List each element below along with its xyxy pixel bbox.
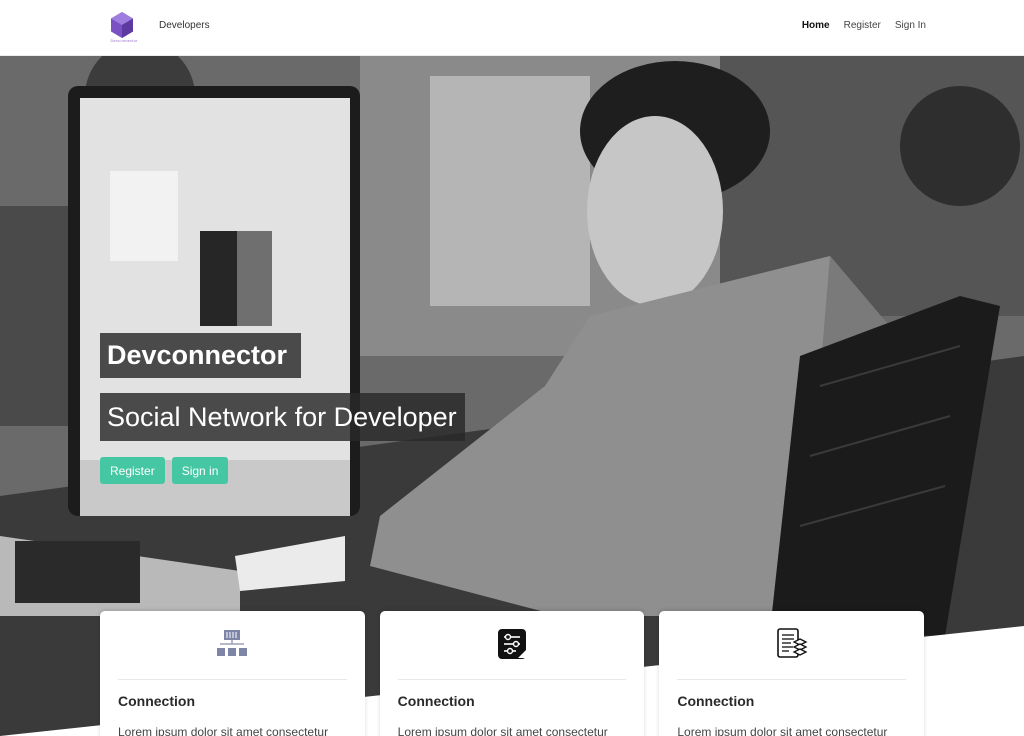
signin-button[interactable]: Sign in <box>171 457 229 484</box>
card-divider <box>118 679 347 680</box>
nav-home-link[interactable]: Home <box>802 20 830 31</box>
logo-text: Devconnector <box>110 38 138 43</box>
feature-card: Connection Lorem ipsum dolor sit amet co… <box>659 611 925 736</box>
card-text: Lorem ipsum dolor sit amet consectetur <box>397 725 608 736</box>
nav-signin-link[interactable]: Sign In <box>895 20 926 31</box>
register-button[interactable]: Register <box>100 457 165 484</box>
navbar: Devconnector Developers Home Register Si… <box>0 0 1024 56</box>
settings-sliders-icon <box>495 627 529 661</box>
documents-stack-icon <box>775 627 809 661</box>
nav-register-link[interactable]: Register <box>844 20 881 31</box>
card-title: Connection <box>677 693 755 709</box>
card-divider <box>677 679 907 680</box>
hero-buttons: Register Sign in <box>100 457 229 484</box>
feature-cards: Connection Lorem ipsum dolor sit amet co… <box>100 611 925 736</box>
nav-links: Home Register Sign In <box>802 20 926 31</box>
feature-card: Connection Lorem ipsum dolor sit amet co… <box>100 611 365 736</box>
hero-title: Devconnector <box>100 333 302 378</box>
feature-card: Connection Lorem ipsum dolor sit amet co… <box>379 611 645 736</box>
card-text: Lorem ipsum dolor sit amet consectetur <box>118 725 329 736</box>
hero-subtitle: Social Network for Developer <box>100 393 465 441</box>
card-title: Connection <box>397 693 475 709</box>
network-hierarchy-icon <box>215 627 249 661</box>
nav-developers-link[interactable]: Developers <box>159 20 210 31</box>
card-text: Lorem ipsum dolor sit amet consectetur <box>677 725 888 736</box>
card-title: Connection <box>118 693 195 709</box>
card-divider <box>397 679 627 680</box>
